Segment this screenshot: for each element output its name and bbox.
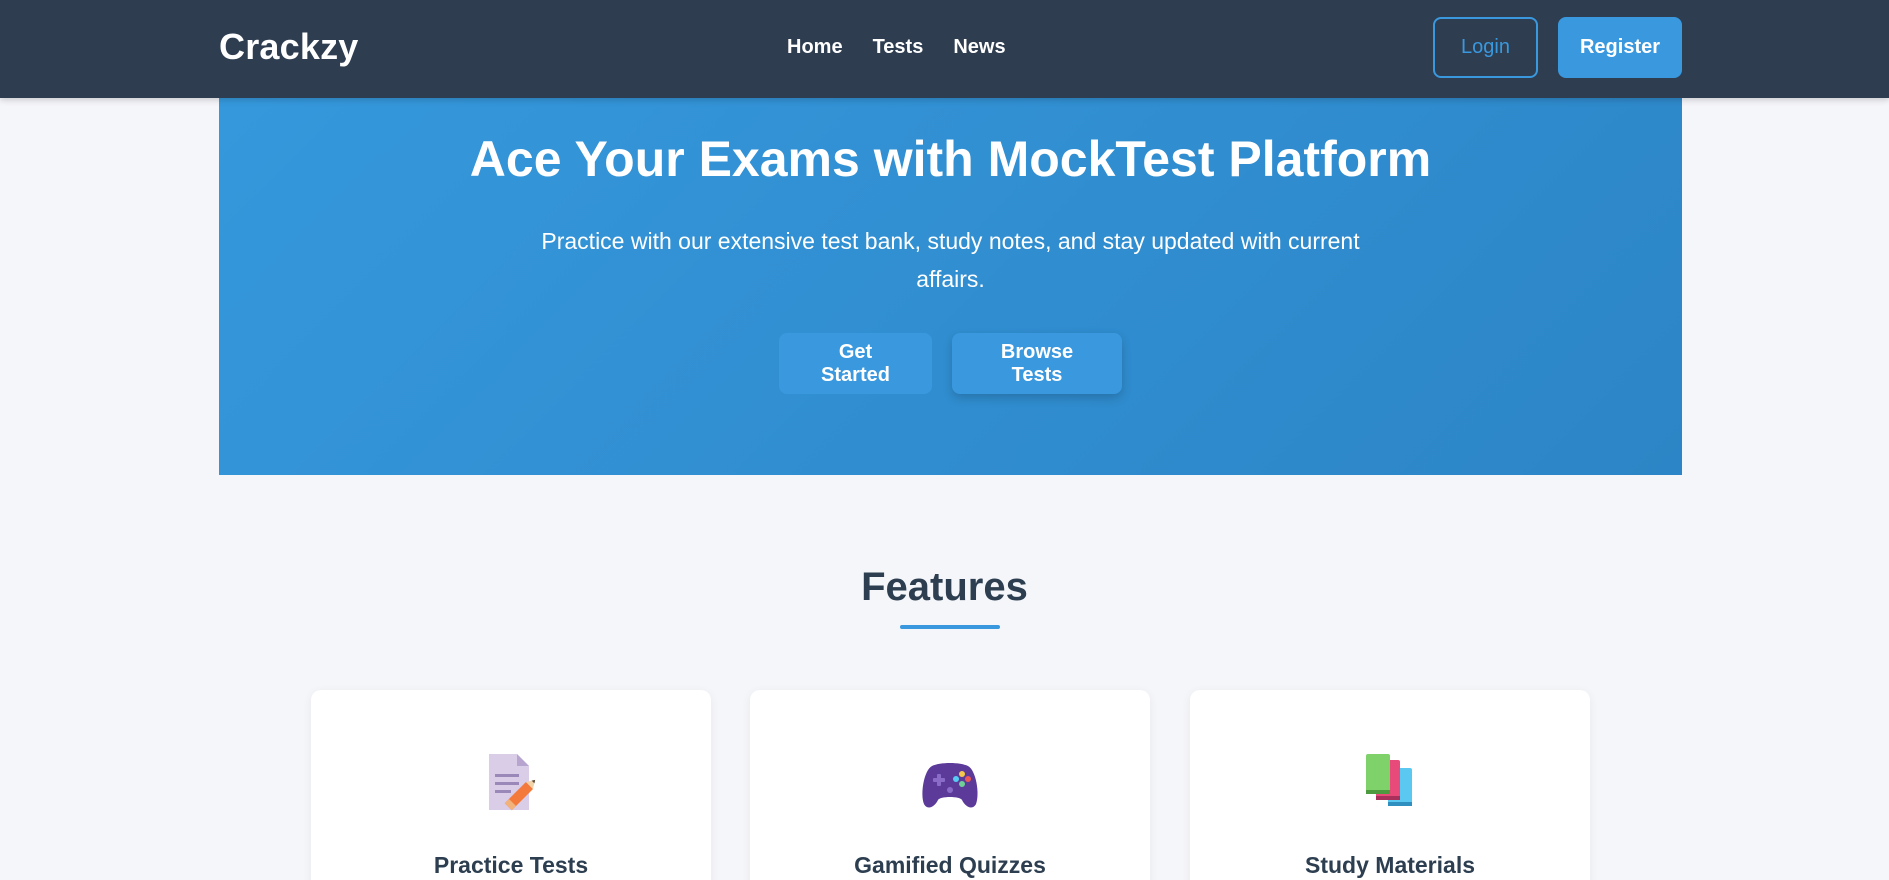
feature-card-gamified-quizzes[interactable]: Gamified Quizzes [750, 690, 1150, 880]
memo-pencil-icon [489, 754, 536, 811]
hero-subtitle: Practice with our extensive test bank, s… [541, 228, 1360, 292]
books-icon [1366, 754, 1412, 806]
login-button[interactable]: Login [1433, 17, 1538, 78]
hero-section: Ace Your Exams with MockTest Platform Pr… [219, 98, 1682, 475]
feature-card-study-materials[interactable]: Study Materials [1190, 690, 1590, 880]
navbar: Crackzy Home Tests News Login Register [0, 0, 1889, 98]
feature-card-practice-tests[interactable]: Practice Tests [311, 690, 711, 880]
hero-title: Ace Your Exams with MockTest Platform [469, 131, 1432, 187]
hero-buttons: Get Started Browse Tests [219, 333, 1682, 394]
nav-link-home[interactable]: Home [787, 36, 843, 59]
brand-logo[interactable]: Crackzy [219, 26, 359, 68]
nav-link-news[interactable]: News [953, 36, 1005, 59]
register-button[interactable]: Register [1558, 17, 1682, 78]
feature-card-title: Gamified Quizzes [854, 852, 1046, 878]
game-controller-icon [922, 763, 978, 808]
nav-links: Home Tests News [787, 36, 1006, 59]
feature-card-title: Practice Tests [433, 852, 589, 878]
features-heading: Features [861, 565, 1028, 609]
browse-tests-button[interactable]: Browse Tests [952, 333, 1122, 394]
get-started-button[interactable]: Get Started [779, 333, 932, 394]
feature-card-title: Study Materials [1305, 852, 1475, 878]
nav-link-tests[interactable]: Tests [873, 36, 924, 59]
features-underline [900, 625, 1000, 629]
